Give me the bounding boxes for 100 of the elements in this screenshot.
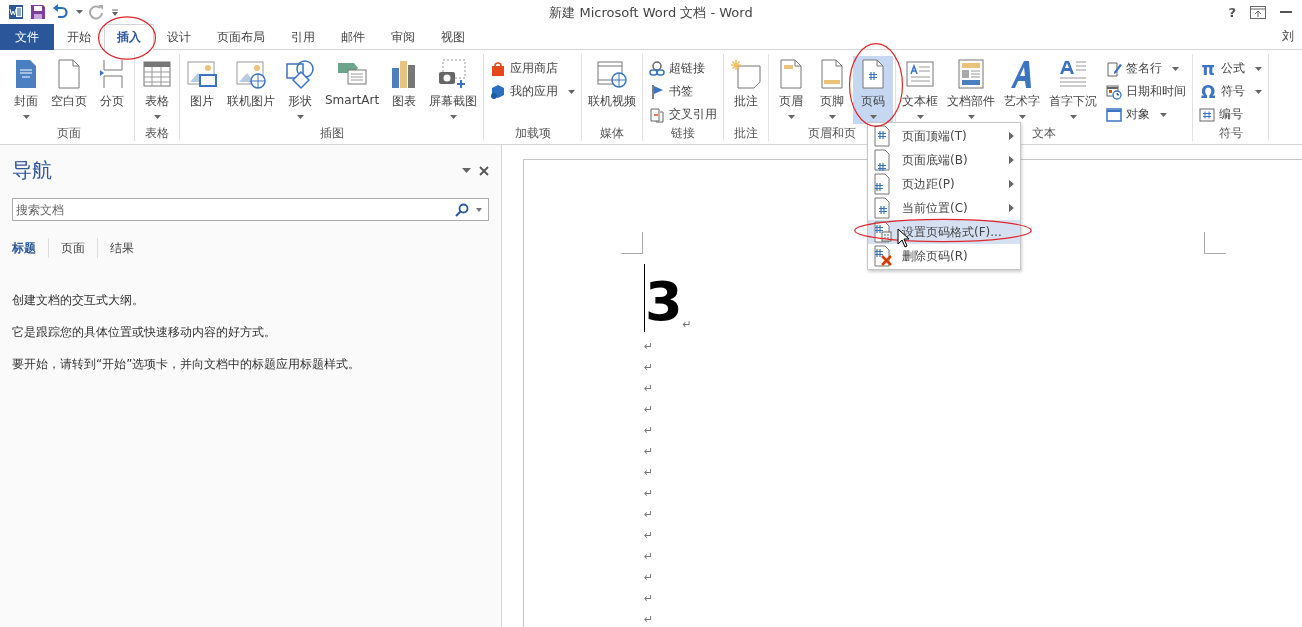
signature-pen-icon [1106,60,1123,77]
paragraph-mark: ↵ [644,549,654,565]
calendar-clock-icon [1106,83,1123,100]
document-text: 3 [645,272,683,332]
pane-options-icon[interactable] [462,168,471,173]
ribbon-button[interactable]: 页眉 [771,56,812,124]
ribbon-button[interactable]: SmartArt [321,56,384,124]
word-app-icon[interactable] [8,4,24,20]
pane-tab[interactable]: 标题 [12,238,48,258]
ribbon-tab[interactable]: 引用 [278,24,328,50]
ribbon-button[interactable]: Ω 符号 [1195,81,1267,102]
object-window-icon [1106,106,1123,123]
paragraph-mark: ↵ [644,402,654,418]
ribbon-button[interactable]: 图表 [384,56,425,124]
ribbon-button[interactable]: 联机图片 [223,56,279,124]
group-label: 链接 [671,125,696,141]
ribbon-tab[interactable]: 页面布局 [204,24,278,50]
help-text: 它是跟踪您的具体位置或快速移动内容的好方式。 [12,324,277,341]
ribbon-tab[interactable]: 开始 [54,24,104,50]
comment-note-icon [730,58,763,90]
save-icon[interactable] [30,4,46,20]
ribbon-button[interactable]: 分页 [92,56,132,124]
paragraph-mark: ↵ [644,339,654,355]
search-field[interactable]: 搜索文档 [16,202,455,217]
paragraph-mark: ↵ [644,423,654,439]
window-title: 新建 Microsoft Word 文档 - Word [549,5,753,20]
ribbon-button[interactable]: 交叉引用 [645,104,722,125]
paragraph-mark: ↵ [644,528,654,544]
menu-item[interactable]: 页边距(P) [868,172,1020,196]
pane-tab[interactable]: 页面 [48,238,97,258]
paragraph-mark: ↵ [682,318,692,332]
ribbon-button[interactable]: 日期和时间 [1102,81,1191,102]
store-bag-icon [490,60,507,77]
ribbon-button[interactable]: 我的应用 [486,81,580,102]
ribbon-button[interactable]: 屏幕截图 [425,56,482,124]
user-name[interactable]: 刘 [1282,24,1302,49]
menu-item[interactable]: 当前位置(C) [868,196,1020,220]
group-label: 插图 [319,125,344,141]
ribbon-button[interactable]: 联机视频 [584,56,641,124]
paragraph-mark: ↵ [644,507,654,523]
online-picture-icon [235,58,267,90]
group-label: 表格 [145,125,169,141]
help-button[interactable]: ? [1228,4,1236,20]
ribbon-tab[interactable]: 设计 [154,24,204,50]
ribbon-button[interactable]: 书签 [645,81,722,102]
paragraph-mark: ↵ [644,465,654,481]
ribbon-button[interactable]: 应用商店 [486,58,580,79]
help-text: 要开始，请转到“开始”选项卡，并向文档中的标题应用标题样式。 [12,356,362,373]
group-label: 批注 [734,125,759,141]
glyph-icon: π [1199,58,1218,79]
ribbon-button[interactable]: 表格 [137,56,177,124]
online-video-icon [596,58,629,90]
glyph-icon: Ω [1199,81,1218,102]
paragraph-mark: ↵ [644,486,654,502]
search-icon[interactable] [455,202,469,217]
close-icon[interactable] [479,165,489,176]
ribbon-tab[interactable]: 审阅 [378,24,428,50]
picture-icon [186,58,218,90]
help-text: 创建文档的交互式大纲。 [12,292,145,309]
minimize-icon[interactable] [1280,10,1292,14]
ribbon-button[interactable]: 页脚 [812,56,853,124]
paragraph-mark: ↵ [644,444,654,460]
menu-item[interactable]: 页面底端(B) [868,148,1020,172]
group-label: 页面 [57,125,81,141]
menu-item[interactable]: 页面顶端(T) [868,124,1020,148]
ribbon-button[interactable]: 封面 [6,56,46,124]
pane-title: 导航 [12,157,52,184]
ribbon-button[interactable]: 对象 [1102,104,1191,125]
ribbon-tab[interactable]: 文件 [0,24,54,50]
group-label: 文本 [1032,125,1057,141]
remove-page-numbers-icon [872,245,894,267]
customize-toolbar-icon[interactable] [111,7,119,17]
paragraph-mark: ↵ [644,570,654,586]
ribbon-button[interactable]: 艺术字 [1000,56,1045,124]
ribbon-tab[interactable]: 视图 [428,24,478,50]
ribbon-button[interactable]: 超链接 [645,58,722,79]
paragraph-mark: ↵ [644,591,654,607]
margin-corner-mark [621,232,643,254]
shapes-icon [284,58,316,90]
ribbon-tab[interactable]: 邮件 [328,24,378,50]
ribbon-button[interactable]: 空白页 [47,56,91,124]
ribbon-button[interactable]: 页码 [853,56,894,124]
ribbon-button[interactable]: 编号 [1195,104,1267,125]
undo-icon[interactable] [52,4,70,20]
search-box[interactable]: 搜索文档 [12,198,489,221]
group-label: 加载项 [514,125,551,141]
ribbon-tab[interactable]: 插入 [104,24,154,50]
pane-tab[interactable]: 结果 [97,238,146,258]
ribbon-button[interactable]: 首字下沉 [1045,56,1102,124]
ribbon-button[interactable]: 批注 [726,56,767,124]
ribbon-button[interactable]: 形状 [280,56,320,124]
numbering-box-icon [1199,106,1216,123]
cross-reference-icon [649,106,666,123]
menu-item[interactable]: 删除页码(R) [868,244,1020,268]
ribbon-button[interactable]: 图片 [182,56,222,124]
ribbon-display-options-icon[interactable] [1250,5,1266,19]
ribbon-button[interactable]: 签名行 [1102,58,1191,79]
caret-icon[interactable] [476,207,482,212]
caret-icon [76,10,83,14]
ribbon-button[interactable]: π 公式 [1195,58,1267,79]
